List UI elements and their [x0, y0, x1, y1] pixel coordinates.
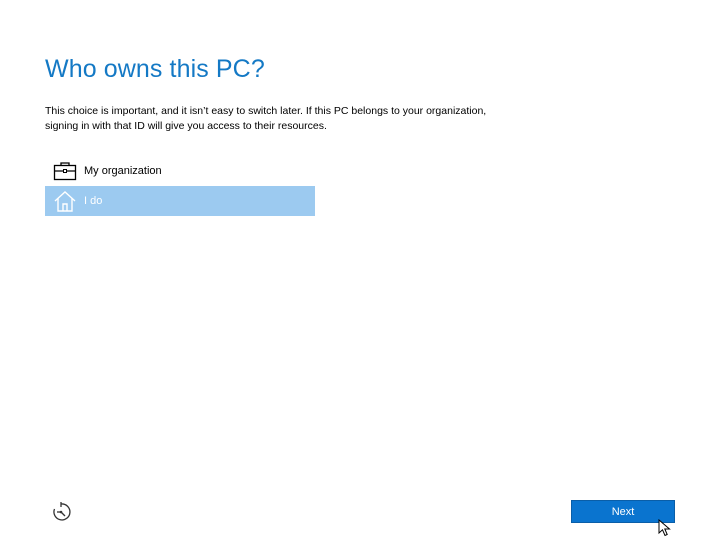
briefcase-icon [52, 159, 78, 183]
option-label-i-do: I do [84, 195, 103, 207]
next-button[interactable]: Next [571, 500, 675, 523]
page-title: Who owns this PC? [45, 55, 265, 83]
home-icon [52, 189, 78, 213]
ease-of-access-icon[interactable] [50, 501, 72, 523]
option-label-my-organization: My organization [84, 165, 162, 177]
option-i-do[interactable]: I do [45, 186, 315, 216]
ownership-options: My organization I do [45, 156, 315, 216]
option-my-organization[interactable]: My organization [45, 156, 315, 186]
setup-page: Who owns this PC? This choice is importa… [0, 0, 720, 540]
page-description: This choice is important, and it isn’t e… [45, 105, 487, 132]
